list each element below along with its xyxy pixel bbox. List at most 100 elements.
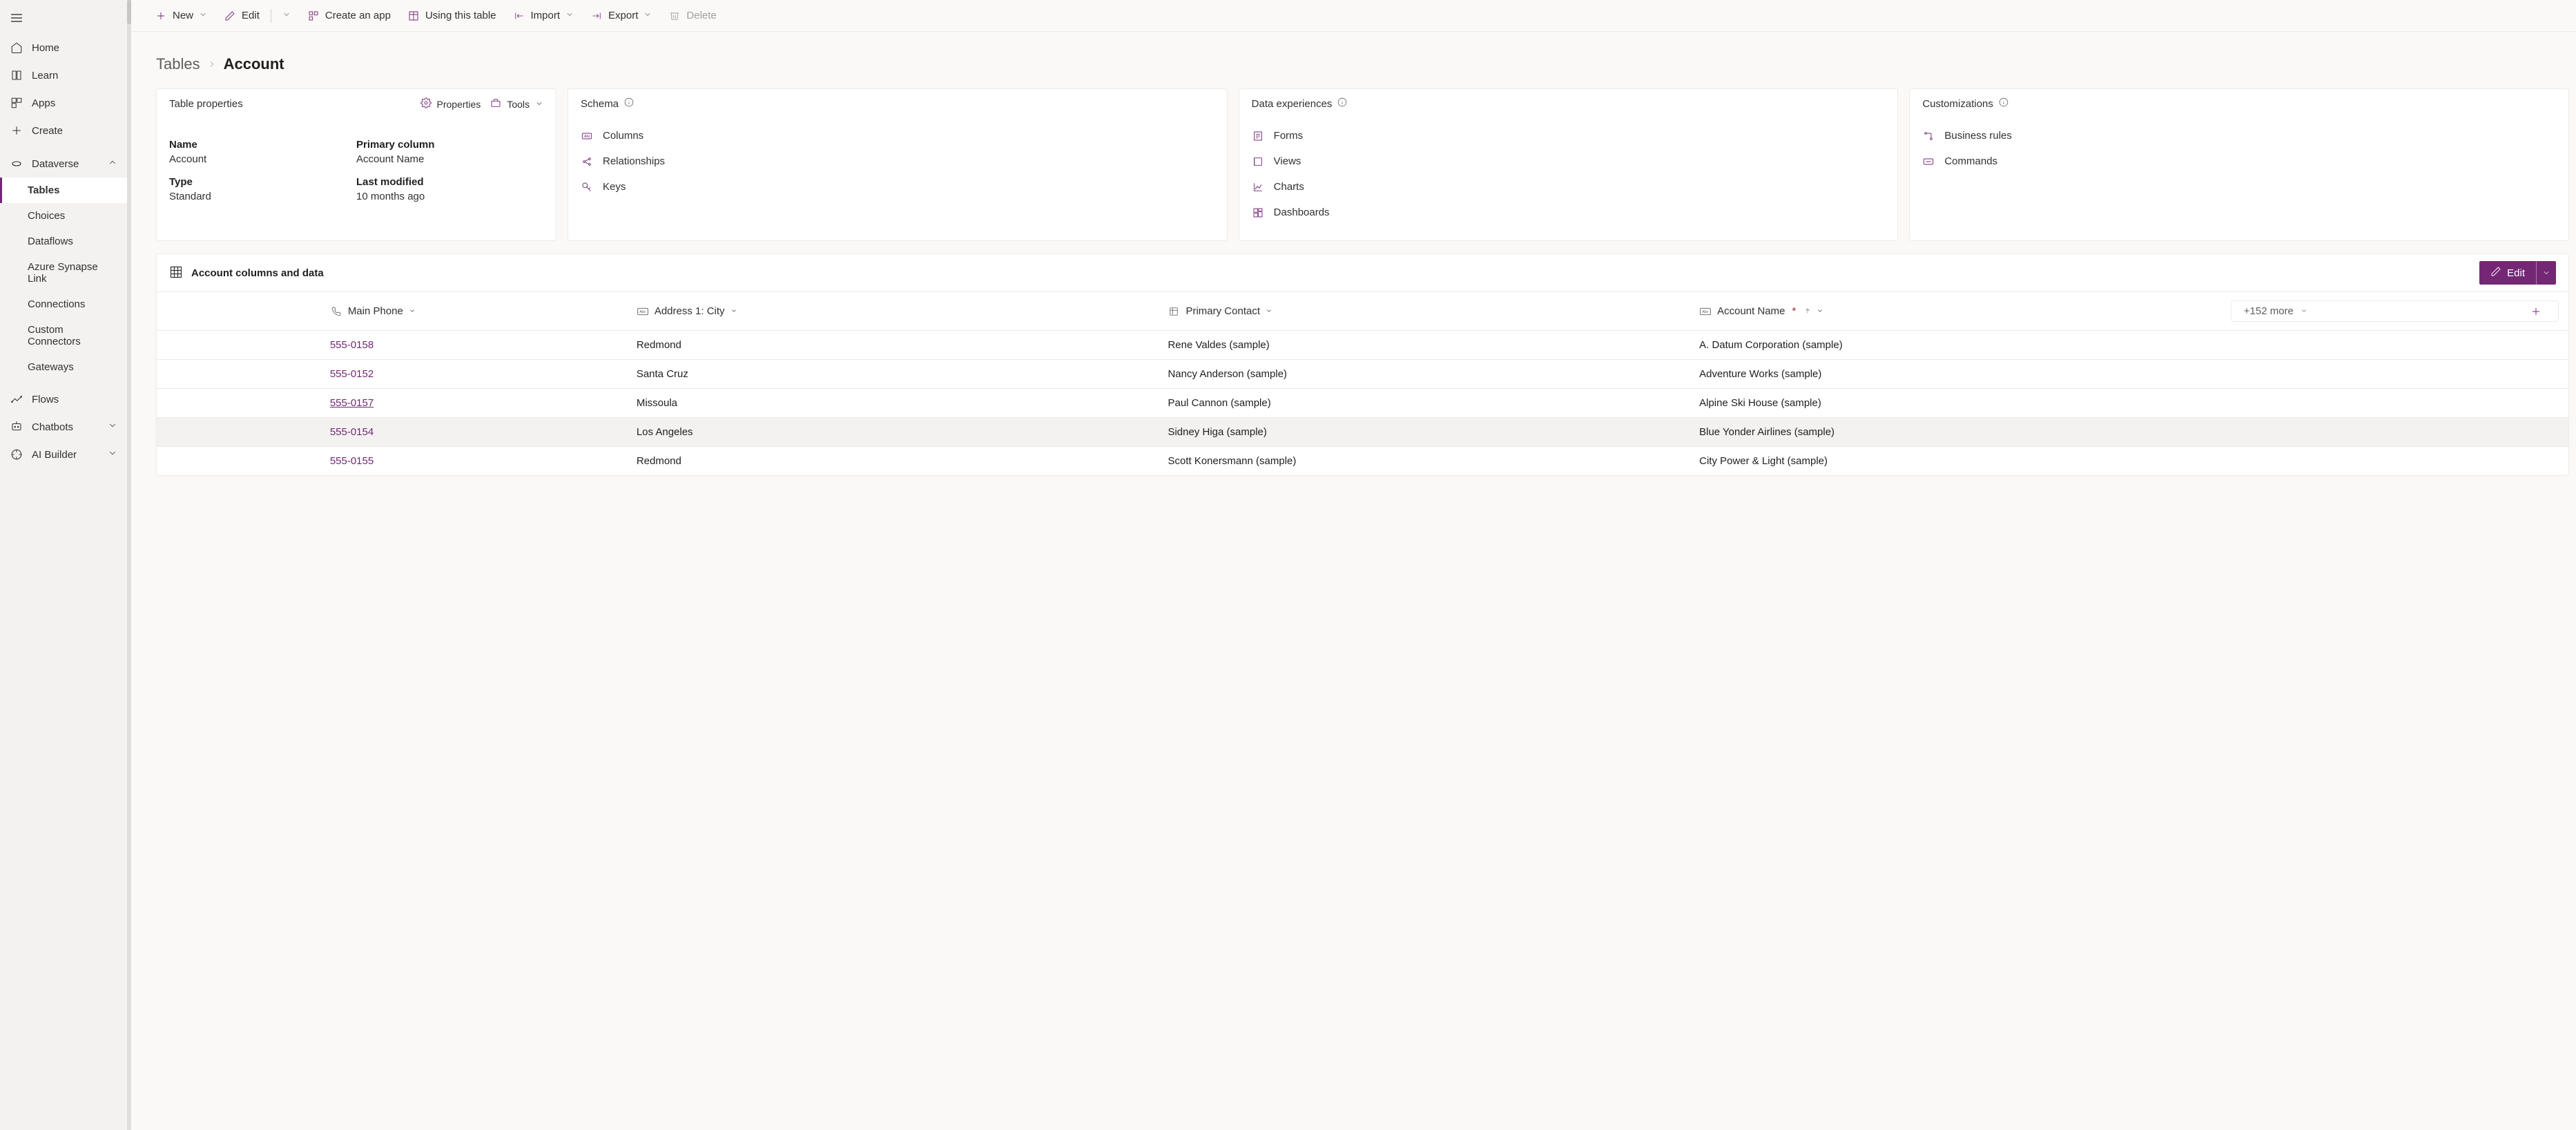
commands-link[interactable]: Commands xyxy=(1922,149,2556,174)
cell-city[interactable]: Redmond xyxy=(627,447,1159,476)
keys-link[interactable]: Keys xyxy=(581,174,1214,200)
table-row[interactable]: 555-0152Santa CruzNancy Anderson (sample… xyxy=(157,360,2568,389)
cell-city[interactable]: Missoula xyxy=(627,389,1159,418)
apps-icon xyxy=(10,96,23,110)
row-handle[interactable] xyxy=(157,360,320,389)
table-row[interactable]: 555-0157MissoulaPaul Cannon (sample)Alpi… xyxy=(157,389,2568,418)
table-row[interactable]: 555-0154Los AngelesSidney Higa (sample)B… xyxy=(157,418,2568,447)
sidebar-item-apps[interactable]: Apps xyxy=(0,89,127,117)
info-icon[interactable] xyxy=(624,97,634,110)
cell-phone[interactable]: 555-0154 xyxy=(320,418,627,447)
customizations-card: Customizations Business rules Commands xyxy=(1909,88,2569,241)
grid-edit-button[interactable]: Edit xyxy=(2479,261,2536,285)
commands-icon xyxy=(1922,157,1935,166)
cell-phone[interactable]: 555-0157 xyxy=(320,389,627,418)
cell-contact[interactable]: Scott Konersmann (sample) xyxy=(1158,447,1689,476)
cell-account[interactable]: A. Datum Corporation (sample) xyxy=(1689,331,2221,360)
col-header-phone[interactable]: Main Phone xyxy=(320,292,627,331)
using-table-button[interactable]: Using this table xyxy=(400,6,503,26)
col-label: Address 1: City xyxy=(655,305,725,317)
edit-button[interactable]: Edit xyxy=(217,6,267,26)
sidebar-item-connections[interactable]: Connections xyxy=(0,291,127,317)
columns-link[interactable]: Abc Columns xyxy=(581,123,1214,149)
edit-dropdown[interactable] xyxy=(275,6,298,26)
sidebar-item-flows[interactable]: Flows xyxy=(0,385,127,413)
row-handle[interactable] xyxy=(157,447,320,476)
breadcrumb-parent[interactable]: Tables xyxy=(156,55,200,73)
sidebar-scrollbar[interactable] xyxy=(127,0,131,24)
col-header-city[interactable]: Abc Address 1: City xyxy=(627,292,1159,331)
business-rules-link[interactable]: Business rules xyxy=(1922,123,2556,149)
cell-city[interactable]: Redmond xyxy=(627,331,1159,360)
add-column-button[interactable] xyxy=(2521,306,2551,317)
sidebar-item-dataverse[interactable]: Dataverse xyxy=(0,150,127,178)
cell-account[interactable]: City Power & Light (sample) xyxy=(1689,447,2221,476)
views-link[interactable]: Views xyxy=(1252,149,1886,174)
chevron-down-icon xyxy=(409,305,416,317)
grid-edit-dropdown[interactable] xyxy=(2536,261,2556,285)
cell-city[interactable]: Los Angeles xyxy=(627,418,1159,447)
cell-city[interactable]: Santa Cruz xyxy=(627,360,1159,389)
cell-phone[interactable]: 555-0158 xyxy=(320,331,627,360)
primary-col-value: Account Name xyxy=(356,153,543,165)
info-icon[interactable] xyxy=(1999,97,2008,110)
table-row[interactable]: 555-0158RedmondRene Valdes (sample)A. Da… xyxy=(157,331,2568,360)
data-grid-card: Account columns and data Edit xyxy=(156,253,2569,476)
cell-contact[interactable]: Paul Cannon (sample) xyxy=(1158,389,1689,418)
cell-phone[interactable]: 555-0155 xyxy=(320,447,627,476)
data-table: Main Phone Abc Address 1: City xyxy=(157,291,2568,475)
svg-text:Abc: Abc xyxy=(584,135,591,139)
using-table-label: Using this table xyxy=(425,10,496,21)
sidebar-item-label: Connections xyxy=(28,298,85,310)
tools-button[interactable]: Tools xyxy=(490,97,543,111)
sidebar-item-tables[interactable]: Tables xyxy=(0,178,127,203)
phone-type-icon xyxy=(330,307,342,316)
sidebar-item-create[interactable]: Create xyxy=(0,117,127,144)
sidebar-item-choices[interactable]: Choices xyxy=(0,203,127,229)
row-handle[interactable] xyxy=(157,418,320,447)
col-header-contact[interactable]: Primary Contact xyxy=(1158,292,1689,331)
forms-link[interactable]: Forms xyxy=(1252,123,1886,149)
type-label: Type xyxy=(169,176,356,188)
columns-label: Columns xyxy=(603,130,643,142)
sidebar-item-label: Dataverse xyxy=(32,158,79,170)
sidebar-item-gateways[interactable]: Gateways xyxy=(0,354,127,380)
sidebar-item-ai-builder[interactable]: AI Builder xyxy=(0,441,127,468)
sidebar-item-learn[interactable]: Learn xyxy=(0,61,127,89)
cell-contact[interactable]: Sidney Higa (sample) xyxy=(1158,418,1689,447)
cell-account[interactable]: Blue Yonder Airlines (sample) xyxy=(1689,418,2221,447)
sort-asc-icon xyxy=(1804,305,1811,317)
chevron-down-icon xyxy=(565,10,574,21)
col-header-account[interactable]: Abc Account Name * xyxy=(1689,292,2221,331)
new-button[interactable]: New xyxy=(148,6,214,26)
sidebar-item-label: Flows xyxy=(32,394,59,405)
card-title: Customizations xyxy=(1922,98,1993,110)
info-icon[interactable] xyxy=(1337,97,1347,110)
charts-link[interactable]: Charts xyxy=(1252,174,1886,200)
cell-contact[interactable]: Nancy Anderson (sample) xyxy=(1158,360,1689,389)
hamburger-button[interactable] xyxy=(0,0,127,34)
relationships-link[interactable]: Relationships xyxy=(581,149,1214,174)
cell-phone[interactable]: 555-0152 xyxy=(320,360,627,389)
cell-account[interactable]: Adventure Works (sample) xyxy=(1689,360,2221,389)
create-app-button[interactable]: Create an app xyxy=(300,6,398,26)
dashboards-link[interactable]: Dashboards xyxy=(1252,200,1886,225)
columns-icon: Abc xyxy=(581,132,593,140)
sidebar-item-home[interactable]: Home xyxy=(0,34,127,61)
cell-account[interactable]: Alpine Ski House (sample) xyxy=(1689,389,2221,418)
properties-button[interactable]: Properties xyxy=(420,97,481,111)
row-handle[interactable] xyxy=(157,389,320,418)
export-button[interactable]: Export xyxy=(583,6,659,26)
required-indicator: * xyxy=(1792,305,1797,317)
cell-contact[interactable]: Rene Valdes (sample) xyxy=(1158,331,1689,360)
sidebar-item-dataflows[interactable]: Dataflows xyxy=(0,229,127,254)
sidebar-item-chatbots[interactable]: Chatbots xyxy=(0,413,127,441)
sidebar-item-custom-connectors[interactable]: Custom Connectors xyxy=(0,317,127,354)
sidebar-item-azure-synapse-link[interactable]: Azure Synapse Link xyxy=(0,254,127,291)
import-button[interactable]: Import xyxy=(506,6,581,26)
more-columns-button[interactable]: +152 more xyxy=(2238,305,2313,317)
table-row[interactable]: 555-0155RedmondScott Konersmann (sample)… xyxy=(157,447,2568,476)
row-handle[interactable] xyxy=(157,331,320,360)
last-modified-label: Last modified xyxy=(356,176,543,188)
chevron-right-icon xyxy=(207,55,217,73)
